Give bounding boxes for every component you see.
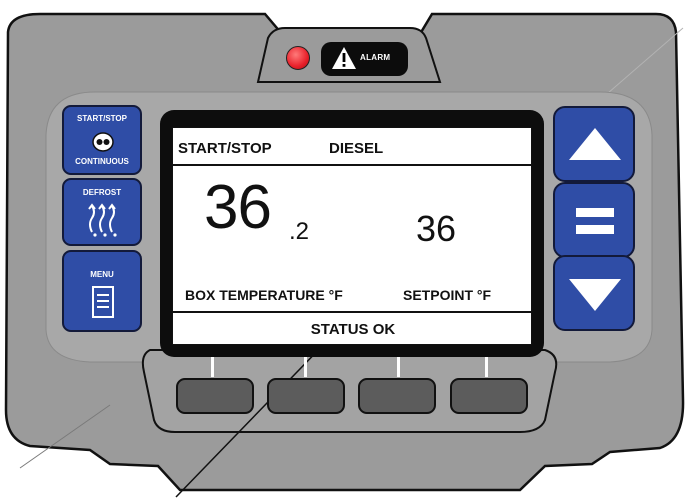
menu-button[interactable]: MENU: [62, 250, 142, 332]
box-temperature-decimal: .2: [289, 218, 310, 245]
controller-panel: ALARM START/STOP CONTINUOUS DEFROST MENU…: [0, 0, 693, 500]
start-stop-label: START/STOP: [77, 114, 127, 123]
lcd-display: START/STOP DIESEL 36 .2 36 BOX TEMPERATU…: [172, 127, 532, 345]
soft-key-2[interactable]: [267, 378, 345, 414]
defrost-label: DEFROST: [82, 188, 122, 197]
soft-key-2-indicator: [304, 357, 307, 377]
alarm-led: [286, 46, 310, 70]
menu-icon: [92, 286, 114, 318]
fuel-type-text: DIESEL: [329, 140, 384, 157]
soft-key-4[interactable]: [450, 378, 528, 414]
box-temperature-label: BOX TEMPERATURE °F: [185, 287, 343, 303]
down-button[interactable]: [553, 255, 635, 331]
display-divider-bottom: [173, 311, 531, 313]
warning-triangle-icon: [332, 47, 356, 69]
defrost-icon: [88, 203, 117, 237]
soft-key-1-indicator: [211, 357, 214, 377]
soft-key-4-indicator: [485, 357, 488, 377]
alarm-label: ALARM: [360, 53, 391, 62]
enter-button[interactable]: [553, 182, 635, 258]
up-arrow-icon: [569, 128, 621, 160]
mode-text: START/STOP: [178, 140, 272, 157]
soft-key-3[interactable]: [358, 378, 436, 414]
soft-key-3-indicator: [397, 357, 400, 377]
setpoint-label: SETPOINT °F: [403, 287, 492, 303]
menu-label: MENU: [90, 270, 114, 279]
up-button[interactable]: [553, 106, 635, 182]
display-divider-top: [173, 164, 531, 166]
status-text: STATUS OK: [310, 321, 396, 338]
setpoint-value: 36: [416, 208, 457, 249]
defrost-button[interactable]: DEFROST: [62, 178, 142, 246]
continuous-label: CONTINUOUS: [75, 157, 129, 166]
start-stop-icon: [92, 132, 114, 152]
box-temperature-value: 36: [204, 173, 272, 242]
soft-key-1[interactable]: [176, 378, 254, 414]
start-stop-continuous-button[interactable]: START/STOP CONTINUOUS: [62, 105, 142, 175]
enter-equals-icon: [576, 208, 614, 234]
down-arrow-icon: [569, 279, 621, 311]
